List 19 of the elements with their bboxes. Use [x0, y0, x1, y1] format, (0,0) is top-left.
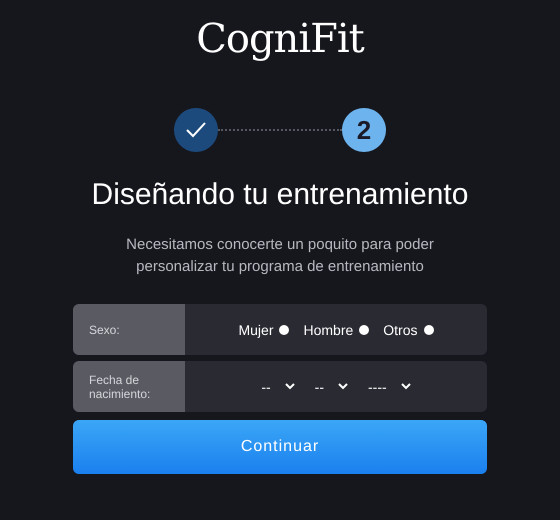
field-label: Sexo: — [73, 304, 185, 355]
radio-button[interactable] — [424, 324, 434, 334]
radio-button[interactable] — [359, 324, 370, 334]
chevron-down-icon — [284, 383, 295, 390]
subtitle: Necesitamos conocerte un poquito para poder personalizar tu programa de entrenamiento — [125, 235, 435, 277]
date-select[interactable]: -- — [253, 378, 303, 394]
radio-option[interactable]: Mujer — [238, 322, 290, 338]
radio-button[interactable] — [279, 324, 290, 334]
field-label: Fecha de nacimiento: — [73, 361, 185, 412]
radio-option[interactable]: Otros — [383, 322, 434, 338]
date-select[interactable]: ---- — [360, 378, 419, 394]
logo: CogniFit — [196, 15, 364, 64]
check-icon — [185, 121, 207, 139]
page-title: Diseñando tu entrenamiento — [92, 178, 468, 212]
chevron-down-icon — [338, 383, 348, 390]
radio-option[interactable]: Hombre — [303, 322, 370, 338]
step-indicator: 2 — [342, 108, 386, 152]
date-select[interactable]: -- — [306, 378, 356, 394]
chevron-down-icon — [400, 383, 411, 390]
